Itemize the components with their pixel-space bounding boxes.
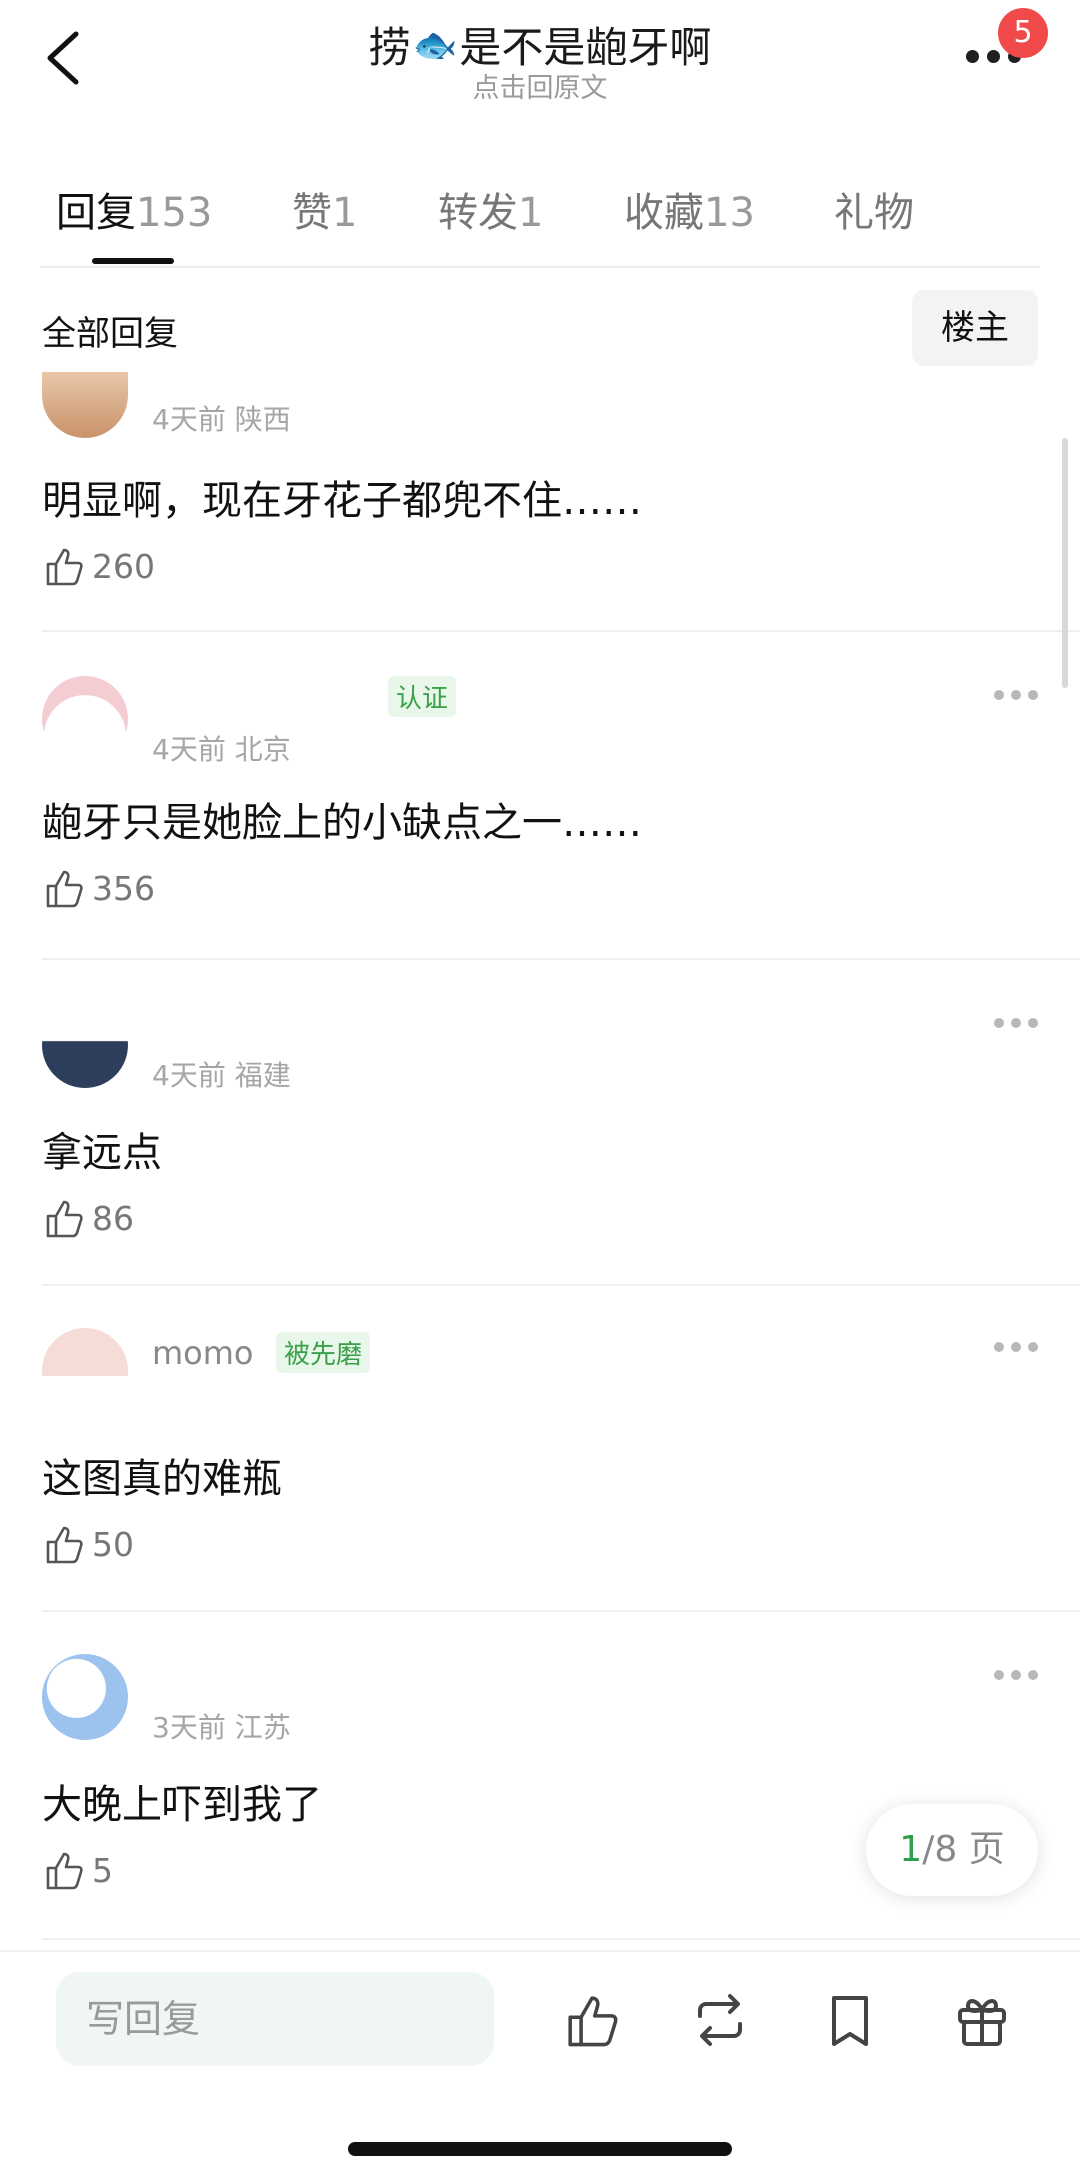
repost-icon: [698, 1994, 742, 2046]
section-label: 全部回复: [42, 314, 178, 354]
comment-divider: [42, 1610, 1080, 1612]
home-indicator[interactable]: [348, 2142, 732, 2156]
current-page: 1: [899, 1829, 923, 1870]
like-count: 356: [92, 868, 155, 908]
like-count: 86: [92, 1198, 134, 1238]
like-icon: [46, 1526, 83, 1564]
bookmark-button[interactable]: [820, 1990, 880, 2050]
more-icon[interactable]: [994, 1670, 1040, 1682]
user-tag: 被先磨: [276, 1332, 371, 1373]
comment-text: 这图真的难瓶: [42, 1456, 282, 1502]
active-tab-indicator: [92, 258, 174, 264]
tab-label: 赞: [292, 190, 332, 236]
like-post-button[interactable]: [562, 1990, 622, 2050]
like-icon: [568, 1996, 618, 2047]
like-button[interactable]: 260: [42, 544, 155, 588]
tab-count: 1: [518, 190, 544, 236]
like-count: 5: [92, 1850, 113, 1890]
avatar[interactable]: [42, 676, 128, 762]
comment-meta: 4天前 北京: [152, 733, 291, 766]
comment-divider: [42, 1938, 1080, 1940]
notification-badge: 5: [998, 8, 1048, 58]
tab-label: 收藏: [624, 190, 704, 236]
comment-divider: [42, 630, 1080, 632]
gift-button[interactable]: [952, 1990, 1012, 2050]
reply-input[interactable]: [56, 1972, 494, 2066]
avatar[interactable]: [42, 1002, 128, 1088]
like-button[interactable]: 5: [42, 1848, 113, 1892]
tab-label: 回复: [56, 190, 136, 236]
repost-button[interactable]: [690, 1990, 750, 2050]
tab-likes[interactable]: 赞1: [292, 180, 357, 238]
like-icon: [46, 870, 83, 908]
like-count: 260: [92, 546, 155, 586]
total-pages: /8 页: [922, 1829, 1005, 1870]
comment-divider: [42, 1284, 1080, 1286]
comment-text: 龅牙只是她脸上的小缺点之一……: [42, 800, 642, 846]
like-button[interactable]: 356: [42, 866, 155, 910]
fish-icon: 🐟: [412, 24, 458, 66]
like-button[interactable]: 50: [42, 1522, 134, 1566]
page-indicator[interactable]: 1/8 页: [866, 1804, 1038, 1896]
comment-meta: 4天前 陕西: [152, 403, 291, 436]
like-button[interactable]: 86: [42, 1196, 134, 1240]
bookmark-icon: [832, 1996, 868, 2046]
like-icon: [46, 1852, 83, 1890]
commenter-name[interactable]: momo: [152, 1334, 254, 1372]
avatar[interactable]: [42, 1654, 128, 1740]
tab-gifts[interactable]: 礼物: [834, 180, 914, 238]
avatar[interactable]: [42, 1328, 128, 1376]
comment-text: 大晚上吓到我了: [42, 1782, 322, 1828]
bottom-divider: [0, 1950, 1080, 1952]
tab-label: 礼物: [834, 190, 914, 236]
gift-icon: [958, 1999, 1006, 2046]
tab-label: 转发: [438, 190, 518, 236]
like-count: 50: [92, 1524, 134, 1564]
tab-count: 153: [136, 190, 213, 236]
more-icon[interactable]: [994, 1342, 1040, 1354]
tab-divider: [40, 266, 1040, 268]
comment-text: 拿远点: [42, 1130, 162, 1176]
like-icon: [46, 1200, 83, 1238]
tab-count: 13: [704, 190, 755, 236]
owner-only-button[interactable]: 楼主: [912, 290, 1038, 366]
avatar[interactable]: [42, 372, 128, 438]
tab-favorites[interactable]: 收藏13: [624, 180, 755, 238]
comment-meta: 4天前 福建: [152, 1059, 291, 1092]
like-icon: [46, 548, 83, 586]
tab-reposts[interactable]: 转发1: [438, 180, 543, 238]
comment-divider: [42, 958, 1080, 960]
comment-text: 明显啊，现在牙花子都兜不住……: [42, 478, 642, 524]
back-to-original-link[interactable]: 点击回原文: [0, 66, 1080, 105]
tab-count: 1: [332, 190, 358, 236]
more-icon[interactable]: [994, 1018, 1040, 1030]
tab-replies[interactable]: 回复153: [56, 180, 212, 238]
comment-meta: 3天前 江苏: [152, 1711, 291, 1744]
scrollbar[interactable]: [1062, 438, 1068, 688]
verified-tag: 认证: [388, 676, 457, 717]
more-icon[interactable]: [994, 690, 1040, 702]
